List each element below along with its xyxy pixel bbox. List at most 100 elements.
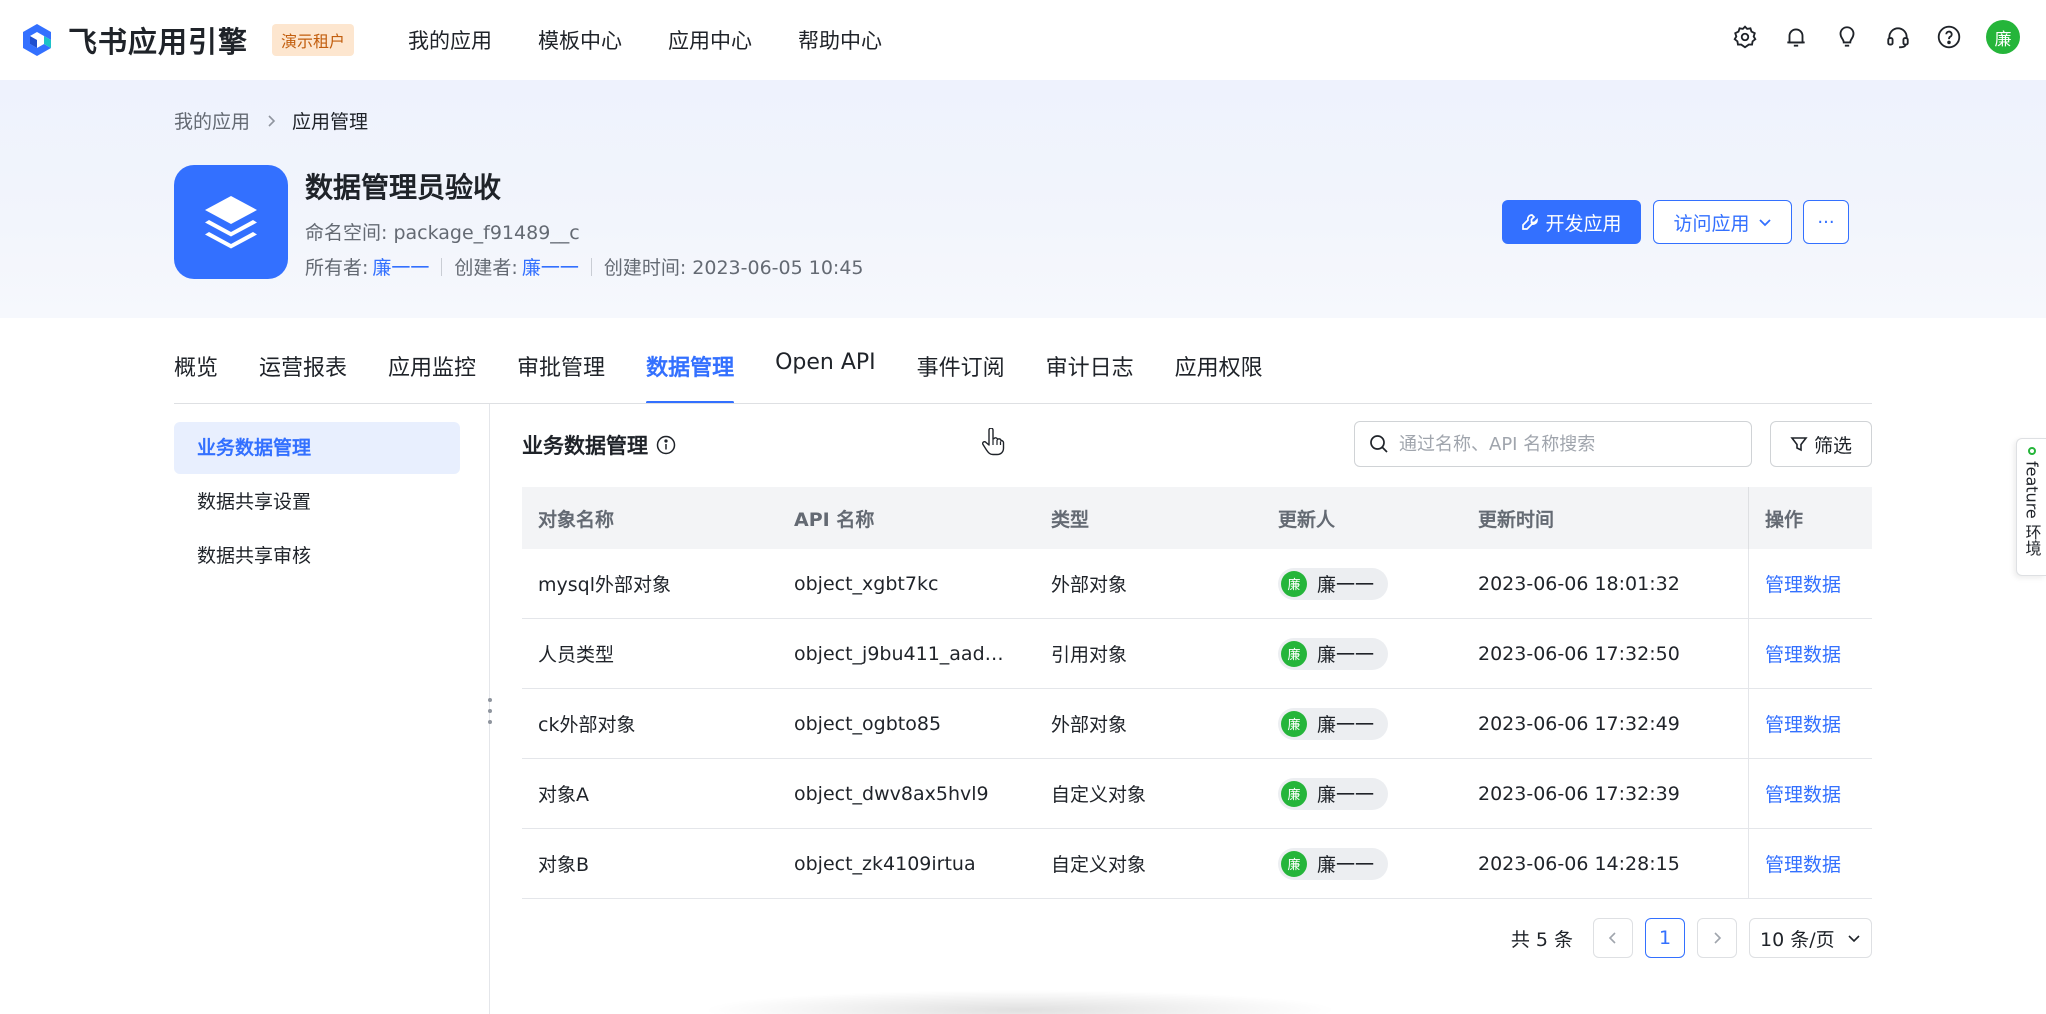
visit-app-button[interactable]: 访问应用 — [1653, 200, 1792, 244]
cell-object-name: 对象A — [538, 784, 589, 806]
cell-action: 管理数据 — [1748, 829, 1872, 898]
manage-data-link[interactable]: 管理数据 — [1765, 640, 1841, 667]
tab-overview[interactable]: 概览 — [174, 350, 218, 404]
owner-link[interactable]: 廉一一 — [372, 253, 429, 280]
search-icon — [1369, 434, 1389, 454]
owner-label: 所有者: — [305, 257, 369, 279]
nav-my-apps[interactable]: 我的应用 — [408, 25, 492, 55]
side-item-business-data[interactable]: 业务数据管理 — [174, 422, 460, 474]
table-header: 对象名称 API 名称 类型 更新人 更新时间 操作 — [522, 487, 1872, 549]
cell-object-name: ck外部对象 — [538, 714, 636, 736]
tenant-badge: 演示租户 — [272, 24, 355, 56]
cell-api-name: object_ogbto85 — [794, 712, 942, 735]
tab-operation-report[interactable]: 运营报表 — [259, 350, 347, 404]
next-page-button[interactable] — [1697, 918, 1737, 958]
col-header-type: 类型 — [1051, 508, 1090, 531]
meta-divider — [590, 257, 592, 276]
cell-action: 管理数据 — [1748, 549, 1872, 618]
chevron-down-icon — [1758, 215, 1772, 229]
cell-type: 自定义对象 — [1051, 854, 1147, 876]
tab-event-subscription[interactable]: 事件订阅 — [917, 350, 1005, 404]
table-row[interactable]: 对象A object_dwv8ax5hvl9 自定义对象 廉廉一一 2023-0… — [522, 759, 1872, 829]
creator-link[interactable]: 廉一一 — [522, 253, 579, 280]
cell-update-time: 2023-06-06 17:32:39 — [1478, 782, 1680, 805]
cell-action: 管理数据 — [1748, 759, 1872, 828]
filter-label: 筛选 — [1813, 434, 1852, 457]
brand[interactable]: 飞书应用引擎 演示租户 — [20, 19, 355, 61]
layers-icon — [205, 196, 257, 249]
breadcrumb: 我的应用 应用管理 — [174, 107, 368, 134]
table-row[interactable]: 对象B object_zk4109irtua 自定义对象 廉廉一一 2023-0… — [522, 829, 1872, 899]
bell-icon[interactable] — [1782, 23, 1810, 51]
updater-name: 廉一一 — [1317, 574, 1375, 596]
updater-avatar: 廉 — [1281, 570, 1307, 597]
side-item-data-sharing-review[interactable]: 数据共享审核 — [174, 530, 460, 582]
table-row[interactable]: mysql外部对象 object_xgbt7kc 外部对象 廉廉一一 2023-… — [522, 549, 1872, 619]
brand-name: 飞书应用引擎 — [68, 25, 249, 59]
app-icon — [174, 165, 288, 279]
develop-app-button[interactable]: 开发应用 — [1502, 200, 1641, 244]
chevron-right-icon — [1714, 932, 1722, 944]
settings-icon[interactable] — [1731, 23, 1759, 51]
headset-icon[interactable] — [1884, 23, 1912, 51]
page-size-select[interactable]: 10 条/页 — [1749, 918, 1872, 958]
user-chip[interactable]: 廉廉一一 — [1278, 637, 1389, 670]
table-row[interactable]: 人员类型 object_j9bu411_aade… 引用对象 廉廉一一 2023… — [522, 619, 1872, 689]
breadcrumb-my-apps[interactable]: 我的应用 — [174, 107, 250, 134]
cell-action: 管理数据 — [1748, 689, 1872, 758]
lightbulb-icon[interactable] — [1833, 23, 1861, 51]
creator-label: 创建者: — [454, 257, 518, 279]
pagination: 共 5 条 1 10 条/页 — [1511, 918, 1872, 958]
manage-data-link[interactable]: 管理数据 — [1765, 850, 1841, 877]
page-1-button[interactable]: 1 — [1645, 918, 1685, 958]
feature-env-tab[interactable]: feature 环境 — [2016, 438, 2046, 576]
user-chip[interactable]: 廉廉一一 — [1278, 707, 1389, 740]
more-actions-button[interactable]: ··· — [1803, 200, 1849, 244]
updater-name: 廉一一 — [1317, 784, 1375, 806]
pagination-total: 共 5 条 — [1510, 928, 1573, 951]
nav-template-center[interactable]: 模板中心 — [538, 25, 622, 55]
cell-object-name: 人员类型 — [538, 644, 615, 666]
cell-type: 外部对象 — [1051, 574, 1128, 596]
search-box — [1354, 421, 1752, 467]
chevron-left-icon — [1608, 932, 1616, 944]
search-input[interactable] — [1399, 433, 1729, 455]
nav-app-center[interactable]: 应用中心 — [668, 25, 752, 55]
resize-handle[interactable] — [486, 698, 494, 724]
updater-avatar: 廉 — [1281, 850, 1307, 877]
tab-data-management[interactable]: 数据管理 — [646, 350, 735, 404]
tab-approval[interactable]: 审批管理 — [517, 350, 605, 404]
nav-help-center[interactable]: 帮助中心 — [798, 25, 882, 55]
filter-button[interactable]: 筛选 — [1770, 421, 1872, 467]
tab-app-permission[interactable]: 应用权限 — [1175, 350, 1263, 404]
page-size-value: 10 条/页 — [1760, 928, 1835, 951]
manage-data-link[interactable]: 管理数据 — [1765, 710, 1841, 737]
cell-api-name: object_dwv8ax5hvl9 — [794, 782, 989, 805]
prev-page-button[interactable] — [1593, 918, 1633, 958]
manage-data-link[interactable]: 管理数据 — [1765, 780, 1841, 807]
tab-audit-log[interactable]: 审计日志 — [1046, 350, 1134, 404]
user-chip[interactable]: 廉廉一一 — [1278, 777, 1389, 810]
col-header-update-time: 更新时间 — [1478, 508, 1555, 531]
cell-object-name: 对象B — [538, 854, 590, 876]
chevron-down-icon — [1848, 935, 1860, 943]
manage-data-link[interactable]: 管理数据 — [1765, 570, 1841, 597]
cell-api-name: object_xgbt7kc — [794, 572, 939, 595]
tab-app-monitor[interactable]: 应用监控 — [388, 350, 476, 404]
user-chip[interactable]: 廉廉一一 — [1278, 567, 1389, 600]
cell-update-time: 2023-06-06 17:32:50 — [1478, 642, 1680, 665]
tab-open-api[interactable]: Open API — [775, 350, 876, 404]
top-icons: 廉 — [1708, 20, 2020, 54]
tab-divider — [174, 403, 1872, 404]
table-row[interactable]: ck外部对象 object_ogbto85 外部对象 廉廉一一 2023-06-… — [522, 689, 1872, 759]
updater-name: 廉一一 — [1317, 854, 1375, 876]
bottom-shadow — [700, 990, 1340, 1014]
main-nav: 我的应用 模板中心 应用中心 帮助中心 — [408, 25, 928, 55]
user-chip[interactable]: 廉廉一一 — [1278, 847, 1389, 880]
info-icon[interactable] — [656, 435, 676, 455]
side-item-data-sharing-settings[interactable]: 数据共享设置 — [174, 476, 460, 528]
top-nav-bar: 飞书应用引擎 演示租户 我的应用 模板中心 应用中心 帮助中心 廉 — [0, 0, 2046, 80]
user-avatar[interactable]: 廉 — [1986, 20, 2020, 54]
updater-name: 廉一一 — [1317, 714, 1375, 736]
help-icon[interactable] — [1935, 23, 1963, 51]
